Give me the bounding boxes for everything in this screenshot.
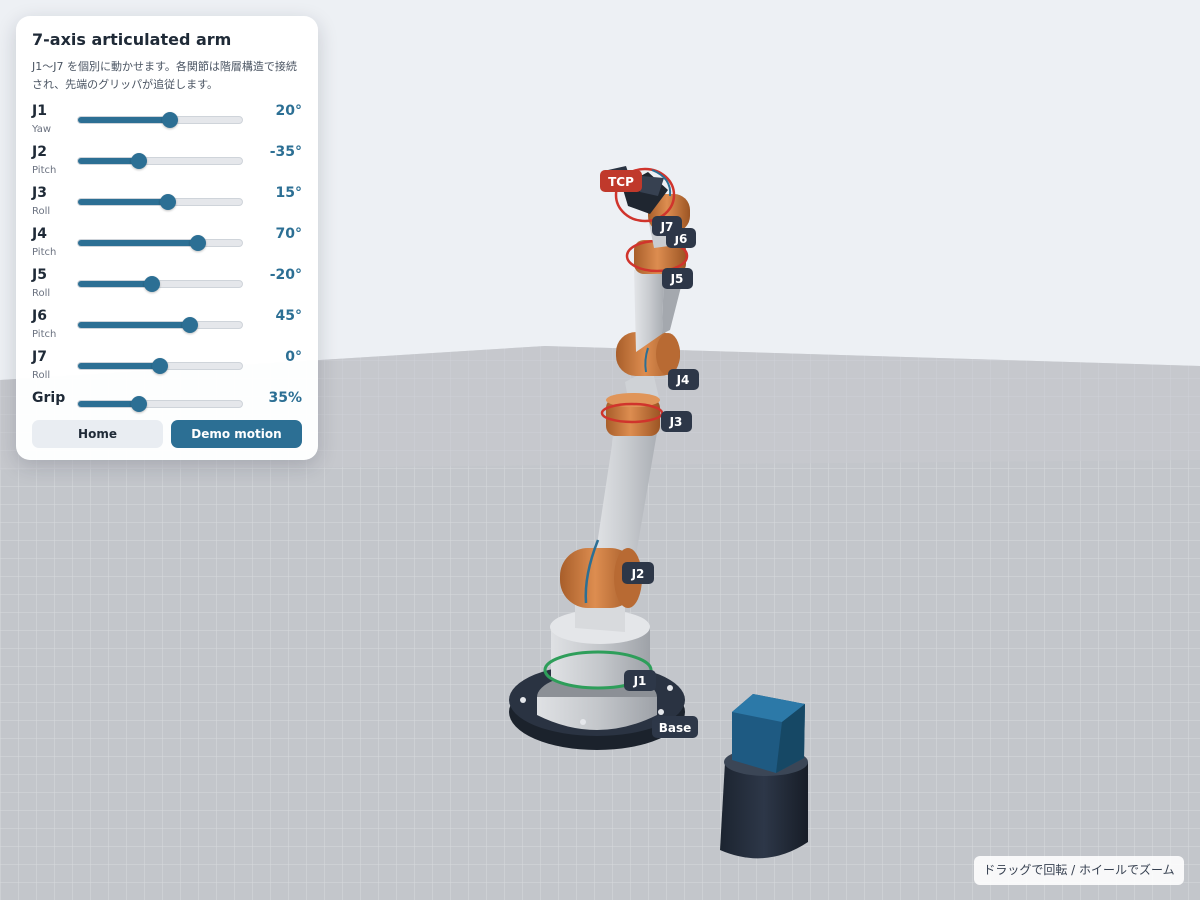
joint-type: Pitch bbox=[32, 165, 57, 176]
grip-slider-thumb[interactable] bbox=[130, 396, 147, 412]
joint-name: J7 bbox=[32, 349, 47, 365]
joint-slider-j3[interactable] bbox=[77, 194, 243, 210]
joint-value: -35° bbox=[269, 144, 302, 160]
control-panel: 7-axis articulated arm J1〜J7 を個別に動かせます。各… bbox=[16, 16, 318, 460]
joint-slider-fill bbox=[78, 240, 198, 246]
joint-name: J3 bbox=[32, 185, 47, 201]
label-j2: J2 bbox=[622, 562, 654, 584]
joint-slider-thumb[interactable] bbox=[130, 153, 147, 169]
j3-joint[interactable] bbox=[600, 393, 664, 436]
panel-description: J1〜J7 を個別に動かせます。各関節は階層構造で接続され、先端のグリッパが追従… bbox=[32, 60, 297, 91]
demo-motion-button[interactable]: Demo motion bbox=[171, 420, 302, 448]
label-j1-text: J1 bbox=[633, 674, 647, 688]
joint-slider-fill bbox=[78, 363, 160, 369]
panel-title: 7-axis articulated arm bbox=[32, 30, 232, 49]
navigation-hint: ドラッグで回転 / ホイールでズーム bbox=[974, 856, 1184, 885]
grip-row: Grip 35% bbox=[32, 387, 302, 415]
joint-slider-thumb[interactable] bbox=[160, 194, 177, 210]
joint-row-j4: J4 Pitch 70° bbox=[32, 223, 302, 264]
label-j3: J3 bbox=[661, 411, 692, 432]
grip-label: Grip bbox=[32, 390, 66, 406]
joint-value: 20° bbox=[275, 103, 302, 119]
joint-slider-fill bbox=[78, 117, 170, 123]
joint-value: 70° bbox=[275, 226, 302, 242]
joint-row-j6: J6 Pitch 45° bbox=[32, 305, 302, 346]
label-tcp-text: TCP bbox=[608, 175, 634, 189]
joint-row-j2: J2 Pitch -35° bbox=[32, 141, 302, 182]
joint-slider-fill bbox=[78, 322, 190, 328]
label-j1: J1 bbox=[624, 670, 656, 691]
label-j7: J7 bbox=[652, 216, 682, 236]
joint-slider-fill bbox=[78, 158, 139, 164]
joint-slider-thumb[interactable] bbox=[161, 112, 178, 128]
panel-buttons: Home Demo motion bbox=[32, 420, 302, 448]
joint-name: J5 bbox=[32, 267, 47, 283]
label-j4-text: J4 bbox=[676, 373, 690, 387]
joint-slider-j5[interactable] bbox=[77, 276, 243, 292]
joint-list: J1 Yaw 20° J2 Pitch -35° J3 Roll 15° J4 Pitch 70° J5… bbox=[32, 100, 302, 387]
joint-slider-j4[interactable] bbox=[77, 235, 243, 251]
joint-value: 15° bbox=[275, 185, 302, 201]
label-j5: J5 bbox=[662, 268, 693, 289]
grip-value: 35% bbox=[268, 390, 302, 406]
label-base: Base bbox=[652, 716, 698, 738]
joint-name: J2 bbox=[32, 144, 47, 160]
joint-type: Roll bbox=[32, 370, 51, 381]
label-base-text: Base bbox=[659, 721, 692, 735]
joint-name: J6 bbox=[32, 308, 47, 324]
joint-type: Yaw bbox=[32, 124, 52, 135]
label-j4: J4 bbox=[668, 369, 699, 390]
joint-slider-j1[interactable] bbox=[77, 112, 243, 128]
label-j3-text: J3 bbox=[669, 415, 683, 429]
joint-slider-j7[interactable] bbox=[77, 358, 243, 374]
joint-value: 0° bbox=[285, 349, 302, 365]
label-j2-text: J2 bbox=[631, 567, 645, 581]
joint-name: J4 bbox=[32, 226, 47, 242]
joint-row-j1: J1 Yaw 20° bbox=[32, 100, 302, 141]
joint-slider-thumb[interactable] bbox=[143, 276, 160, 292]
label-j7-text: J7 bbox=[660, 220, 674, 234]
joint-type: Pitch bbox=[32, 247, 57, 258]
grip-slider[interactable] bbox=[77, 396, 243, 412]
joint-type: Pitch bbox=[32, 329, 57, 340]
joint-type: Roll bbox=[32, 288, 51, 299]
target-cube[interactable] bbox=[732, 694, 805, 773]
joint-slider-thumb[interactable] bbox=[189, 235, 206, 251]
home-button[interactable]: Home bbox=[32, 420, 163, 448]
joint-slider-j6[interactable] bbox=[77, 317, 243, 333]
grip-slider-fill bbox=[78, 401, 139, 407]
joint-slider-j2[interactable] bbox=[77, 153, 243, 169]
joint-name: J1 bbox=[32, 103, 47, 119]
joint-row-j7: J7 Roll 0° bbox=[32, 346, 302, 387]
joint-slider-thumb[interactable] bbox=[181, 317, 198, 333]
joint-row-j3: J3 Roll 15° bbox=[32, 182, 302, 223]
joint-value: 45° bbox=[275, 308, 302, 324]
joint-row-j5: J5 Roll -20° bbox=[32, 264, 302, 305]
joint-value: -20° bbox=[269, 267, 302, 283]
joint-slider-thumb[interactable] bbox=[152, 358, 168, 374]
joint-slider-fill bbox=[78, 281, 152, 287]
joint-type: Roll bbox=[32, 206, 51, 217]
label-j5-text: J5 bbox=[670, 272, 684, 286]
label-tcp: TCP bbox=[600, 170, 642, 192]
joint-slider-fill bbox=[78, 199, 169, 205]
